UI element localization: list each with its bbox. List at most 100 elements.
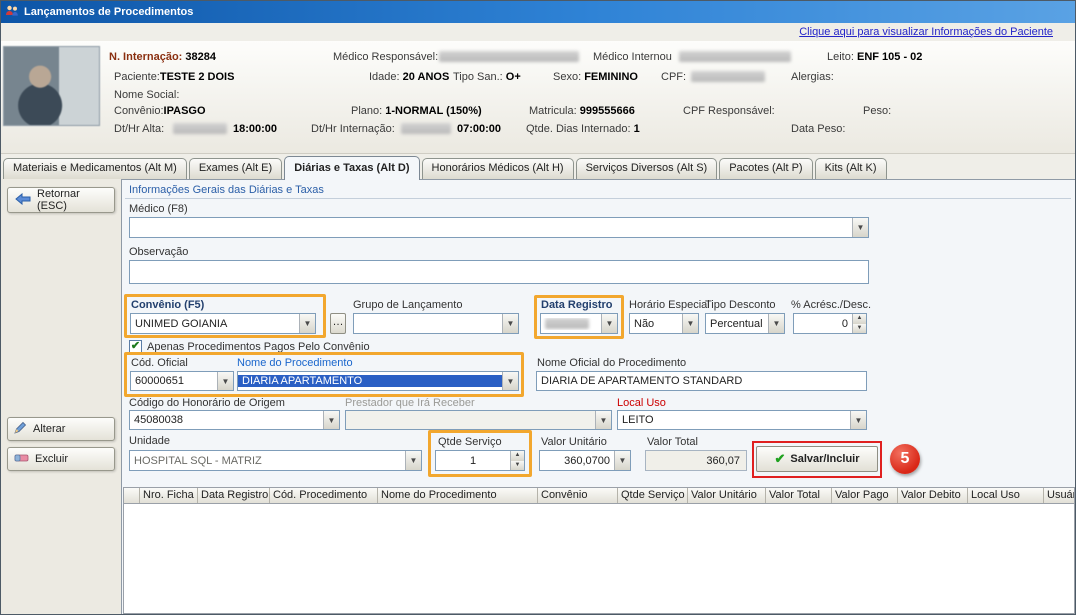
cod-honorario-value: 45080038 (130, 414, 323, 426)
grid-col-selector (124, 488, 140, 503)
nome-procedimento-value: DIARIA APARTAMENTO (238, 375, 502, 387)
valor-unitario-value: 360,0700 (540, 455, 614, 467)
tab-pacotes[interactable]: Pacotes (Alt P) (719, 158, 812, 179)
chevron-down-icon[interactable]: ▼ (768, 314, 784, 333)
dthr-int-redacted-date (401, 123, 451, 134)
patient-info-link[interactable]: Clique aqui para visualizar Informações … (799, 26, 1053, 38)
medico-internou-label: Médico Internou (593, 51, 672, 63)
tab-diarias-taxas[interactable]: Diárias e Taxas (Alt D) (284, 156, 419, 180)
grid-col-valor-unitario[interactable]: Valor Unitário (688, 488, 766, 503)
spin-up-icon[interactable]: ▲ (511, 451, 524, 461)
chevron-down-icon: ▼ (595, 411, 611, 429)
sexo-label: Sexo: (553, 71, 581, 83)
chevron-down-icon[interactable]: ▼ (852, 218, 868, 237)
valor-unitario-combobox[interactable]: 360,0700 ▼ (539, 450, 631, 471)
cpf-resp-label: CPF Responsável: (683, 105, 775, 117)
horario-especial-combobox[interactable]: Não ▼ (629, 313, 699, 334)
medico-combobox[interactable]: ▼ (129, 217, 869, 238)
dthr-alta-time: 18:00:00 (233, 123, 277, 135)
valor-total-value: 360,07 (706, 455, 740, 467)
grid-body-empty[interactable] (123, 504, 1075, 614)
chevron-down-icon[interactable]: ▼ (405, 451, 421, 470)
medico-resp-redacted-value (439, 51, 579, 62)
peso-label: Peso: (863, 105, 891, 117)
tipo-desconto-label: Tipo Desconto (705, 299, 776, 311)
valor-total-field: 360,07 (645, 450, 747, 471)
grid-col-nome-procedimento[interactable]: Nome do Procedimento (378, 488, 538, 503)
convenio-lookup-button[interactable]: … (330, 313, 346, 334)
idade-label: Idade: (369, 71, 400, 83)
nome-procedimento-combobox[interactable]: DIARIA APARTAMENTO ▼ (237, 371, 519, 391)
spinner-arrows[interactable]: ▲▼ (510, 451, 524, 470)
unidade-combobox[interactable]: HOSPITAL SQL - MATRIZ ▼ (129, 450, 422, 471)
dthr-alta-redacted-date (173, 123, 227, 134)
valor-total-label: Valor Total (647, 436, 698, 448)
grid-col-qtde-servico[interactable]: Qtde Serviço (618, 488, 688, 503)
grid-col-data-registro[interactable]: Data Registro (198, 488, 270, 503)
salvar-incluir-button[interactable]: ✔ Salvar/Incluir (756, 446, 878, 472)
spin-down-icon[interactable]: ▼ (853, 324, 866, 334)
grid-col-local-uso[interactable]: Local Uso (968, 488, 1044, 503)
nome-oficial-input[interactable]: DIARIA DE APARTAMENTO STANDARD (536, 371, 867, 391)
alterar-label: Alterar (33, 423, 65, 435)
tab-materiais[interactable]: Materiais e Medicamentos (Alt M) (3, 158, 187, 179)
grid-col-convenio[interactable]: Convênio (538, 488, 618, 503)
observacao-input[interactable] (129, 260, 869, 284)
excluir-button[interactable]: Excluir (7, 447, 115, 471)
tipo-desconto-value: Percentual (706, 318, 768, 330)
qtde-servico-label: Qtde Serviço (438, 436, 502, 448)
chevron-down-icon[interactable]: ▼ (502, 372, 518, 390)
cod-honorario-label: Código do Honorário de Origem (129, 397, 285, 409)
section-divider (125, 198, 1071, 199)
chevron-down-icon[interactable]: ▼ (323, 411, 339, 429)
grid-col-usuario[interactable]: Usuári (1044, 488, 1074, 503)
alterar-button[interactable]: Alterar (7, 417, 115, 441)
retornar-label: Retornar (ESC) (37, 188, 108, 212)
retornar-button[interactable]: Retornar (ESC) (7, 187, 115, 213)
window-titlebar[interactable]: Lançamentos de Procedimentos (1, 1, 1076, 23)
cod-oficial-combobox[interactable]: 60000651 ▼ (130, 371, 234, 391)
apenas-pagos-label[interactable]: Apenas Procedimentos Pagos Pelo Convênio (147, 341, 370, 353)
horario-especial-label: Horário Especial (629, 299, 710, 311)
chevron-down-icon[interactable]: ▼ (299, 314, 315, 333)
local-uso-combobox[interactable]: LEITO ▼ (617, 410, 867, 430)
tab-servicos[interactable]: Serviços Diversos (Alt S) (576, 158, 718, 179)
tipo-desconto-combobox[interactable]: Percentual ▼ (705, 313, 785, 334)
spinner-arrows[interactable]: ▲▼ (852, 314, 866, 333)
medico-label: Médico (F8) (129, 203, 188, 215)
chevron-down-icon[interactable]: ▼ (502, 314, 518, 333)
grupo-combobox[interactable]: ▼ (353, 313, 519, 334)
unidade-value: HOSPITAL SQL - MATRIZ (130, 455, 405, 467)
grid-col-valor-pago[interactable]: Valor Pago (832, 488, 898, 503)
chevron-down-icon[interactable]: ▼ (850, 411, 866, 429)
chevron-down-icon[interactable]: ▼ (601, 314, 617, 333)
chevron-down-icon[interactable]: ▼ (682, 314, 698, 333)
chevron-down-icon[interactable]: ▼ (614, 451, 630, 470)
grid-col-nro-ficha[interactable]: Nro. Ficha (140, 488, 198, 503)
grid-col-valor-total[interactable]: Valor Total (766, 488, 832, 503)
sidebar (1, 179, 121, 615)
spin-down-icon[interactable]: ▼ (511, 461, 524, 471)
dthr-int-time: 07:00:00 (457, 123, 501, 135)
spin-up-icon[interactable]: ▲ (853, 314, 866, 324)
grid-col-valor-debito[interactable]: Valor Debito (898, 488, 968, 503)
tab-exames[interactable]: Exames (Alt E) (189, 158, 282, 179)
convenio-combobox[interactable]: UNIMED GOIANIA ▼ (130, 313, 316, 334)
apenas-pagos-checkbox[interactable]: ✔ (129, 340, 142, 353)
nome-social-label: Nome Social: (114, 89, 179, 101)
tab-honorarios[interactable]: Honorários Médicos (Alt H) (422, 158, 574, 179)
internacao-label-text: N. Internação: (109, 51, 182, 63)
idade-value: 20 ANOS (403, 71, 450, 83)
tipo-san-field: Tipo San.: O+ (453, 71, 521, 83)
grid-col-cod-procedimento[interactable]: Cód. Procedimento (270, 488, 378, 503)
acresc-desc-spinner[interactable]: 0 ▲▼ (793, 313, 867, 334)
tab-kits[interactable]: Kits (Alt K) (815, 158, 887, 179)
cod-honorario-combobox[interactable]: 45080038 ▼ (129, 410, 340, 430)
sexo-field: Sexo: FEMININO (553, 71, 638, 83)
dthr-int-label: Dt/Hr Internação: (311, 123, 395, 135)
step-badge: 5 (890, 444, 920, 474)
data-registro-combobox[interactable]: ▼ (540, 313, 618, 334)
chevron-down-icon[interactable]: ▼ (217, 372, 233, 390)
dthr-alta-label: Dt/Hr Alta: (114, 123, 164, 135)
qtde-servico-spinner[interactable]: 1 ▲▼ (435, 450, 525, 471)
